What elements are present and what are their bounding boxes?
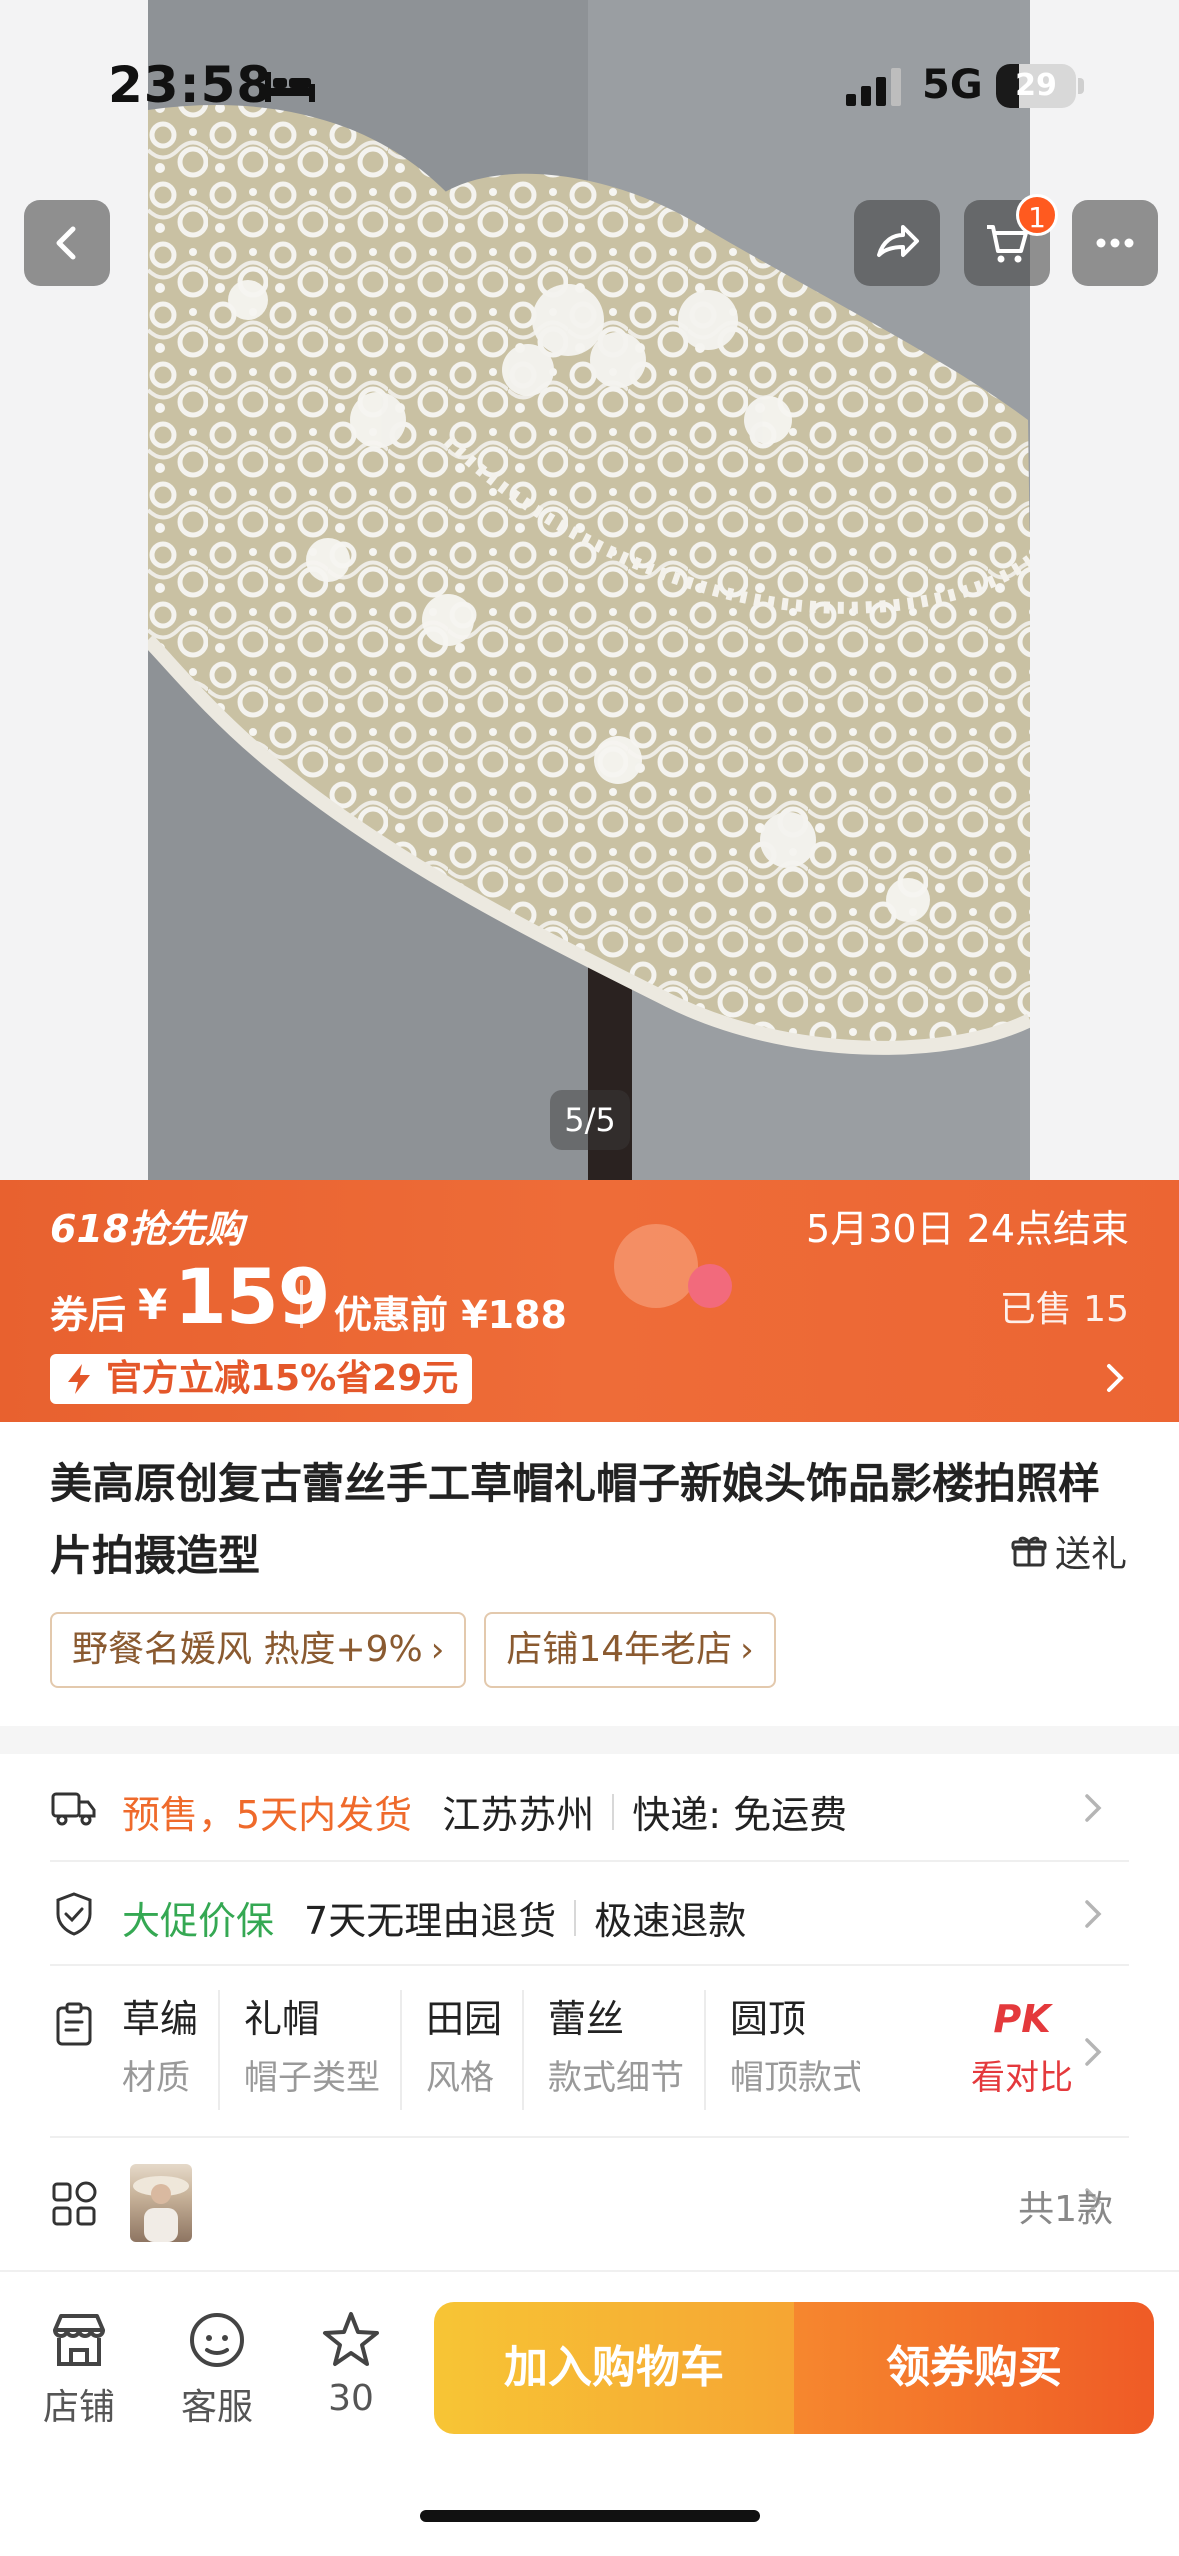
event-label: 618抢先购: [50, 1207, 244, 1251]
gift-icon: [1011, 1536, 1047, 1567]
battery-icon: 29: [996, 64, 1076, 108]
attr-value: 草编: [122, 1997, 199, 2041]
attr-style: 田园 风格: [426, 1990, 525, 2110]
attr-key: 风格: [426, 2058, 495, 2098]
attr-value: 田园: [426, 1997, 503, 2041]
battery-cap: [1078, 78, 1084, 94]
clipboard-icon: [56, 2002, 92, 2046]
compare-label: 看对比: [971, 2058, 1073, 2098]
lightning-icon: [68, 1364, 90, 1394]
sold-count: 已售 15: [999, 1289, 1129, 1330]
shipping-info: 预售，5天内发货 江苏苏州 快递: 免运费: [122, 1784, 847, 1839]
cart-count-badge: 1: [1016, 194, 1058, 236]
chevron-right-icon: [1085, 1900, 1102, 1928]
attr-key: 款式细节: [548, 2058, 685, 2098]
truck-icon: [51, 1792, 96, 1826]
clock: 23:58: [108, 56, 273, 114]
star-icon: [323, 2312, 379, 2366]
variant-count: 共1款: [1018, 2189, 1113, 2230]
tag-store-age[interactable]: 店铺14年老店 ›: [484, 1612, 776, 1688]
attr-value: 蕾丝: [548, 1997, 625, 2041]
favorite-count: 30: [328, 2378, 374, 2419]
network-type: 5G: [922, 62, 983, 108]
promo-banner[interactable]: 618抢先购 券后 ¥ 159 优惠前 ¥188 5月30日 24点结束 已售 …: [0, 1180, 1179, 1422]
ship-from: 江苏苏州: [442, 1793, 595, 1837]
presale-notice: 预售，5天内发货: [122, 1793, 413, 1837]
share-icon: [877, 225, 919, 257]
cart-button[interactable]: 1: [964, 194, 1058, 286]
currency-symbol: ¥: [138, 1280, 168, 1329]
battery-level: 29: [1015, 68, 1057, 103]
product-gallery[interactable]: [0, 0, 1179, 1180]
tag-label: 野餐名媛风 热度+9%: [72, 1629, 423, 1670]
coupon-price: 159: [174, 1252, 331, 1341]
favorite-button[interactable]: 30: [296, 2308, 406, 2419]
attr-key: 帽子类型: [244, 2058, 381, 2098]
promo-deadline: 5月30日 24点结束: [806, 1207, 1129, 1251]
store-icon: [53, 2314, 105, 2366]
return-policy: 7天无理由退货: [304, 1899, 557, 1943]
more-icon: [1096, 238, 1134, 248]
back-button[interactable]: [24, 200, 110, 286]
attribute-list: 草编材质 礼帽帽子类型 田园风格 蕾丝款式细节 圆顶帽顶款式: [122, 1990, 884, 2110]
product-photo[interactable]: [148, 0, 1030, 1180]
variants-row[interactable]: [50, 2138, 1129, 2270]
status-bar: 23:58 5G 29: [0, 0, 1179, 150]
product-title: 美高原创复古蕾丝手工草帽礼帽子新娘头饰品影楼拍照样片拍摄造型: [50, 1459, 1101, 1580]
price-protection: 大促价保: [122, 1899, 275, 1943]
shield-icon: [56, 1892, 92, 1936]
tag-style-trend[interactable]: 野餐名媛风 热度+9% ›: [50, 1612, 467, 1688]
gift-label: 送礼: [1054, 1534, 1127, 1575]
chevron-right-icon[interactable]: [1097, 1358, 1133, 1398]
image-counter: 5/5: [550, 1090, 630, 1150]
attr-hat-type: 礼帽 帽子类型: [244, 1990, 403, 2110]
attr-value: 礼帽: [244, 1997, 321, 2041]
attr-key: 材质: [122, 2058, 190, 2098]
chevron-right-icon: ›: [740, 1630, 754, 1670]
guarantee-row[interactable]: 大促价保 7天无理由退货 极速退款: [50, 1862, 1129, 1966]
shop-label: 店铺: [42, 2387, 115, 2428]
home-indicator: [420, 2510, 760, 2522]
attr-detail: 蕾丝 款式细节: [548, 1990, 707, 2110]
chat-icon: [190, 2313, 244, 2367]
attr-value: 圆顶: [730, 1997, 807, 2041]
divider: [612, 1793, 615, 1830]
pk-label: PK: [993, 1997, 1051, 2041]
more-button[interactable]: [1072, 200, 1158, 286]
product-page: 23:58 5G 29 1 5/5 618抢先购 券后 ¥ 159 优惠前 ¥1…: [0, 0, 1179, 2556]
grid-icon: [52, 2181, 97, 2226]
add-to-cart-button[interactable]: 加入购物车: [434, 2302, 794, 2434]
chevron-right-icon: ›: [430, 1630, 445, 1670]
guarantee-info: 大促价保 7天无理由退货 极速退款: [122, 1890, 746, 1945]
divider: [574, 1899, 577, 1936]
chevron-right-icon: [1085, 1794, 1102, 1822]
shop-button[interactable]: 店铺: [24, 2308, 134, 2430]
original-price: 优惠前 ¥188: [334, 1293, 567, 1337]
share-button[interactable]: [854, 200, 940, 286]
variant-photo: [133, 2176, 189, 2242]
shipping-row[interactable]: 预售，5天内发货 江苏苏州 快递: 免运费: [50, 1754, 1129, 1862]
attr-crown: 圆顶 帽顶款式: [730, 1990, 860, 2110]
buy-with-coupon-button[interactable]: 领券购买: [794, 2302, 1154, 2434]
variant-thumbnail[interactable]: [130, 2164, 192, 2242]
compare-button[interactable]: PK 看对比: [962, 1990, 1082, 2108]
customer-service-button[interactable]: 客服: [162, 2308, 272, 2430]
delivery-fee: 快递: 免运费: [632, 1793, 848, 1837]
attr-material: 草编 材质: [122, 1990, 221, 2110]
refund-speed: 极速退款: [594, 1899, 747, 1943]
coupon-price-label: 券后: [50, 1293, 127, 1337]
official-discount-badge: 官方立减15%省29元: [50, 1354, 473, 1404]
tag-label: 店铺14年老店: [506, 1629, 733, 1670]
gift-button[interactable]: 送礼: [1011, 1528, 1127, 1575]
promo-decoration-icon: [614, 1224, 732, 1308]
signal-icon: [846, 68, 901, 106]
product-tags: 野餐名媛风 热度+9% › 店铺14年老店 ›: [50, 1612, 776, 1688]
price-divider: [300, 1280, 303, 1328]
back-icon: [56, 226, 76, 260]
sleep-mode-icon: [265, 72, 315, 102]
service-label: 客服: [180, 2387, 253, 2428]
attr-key: 帽顶款式: [730, 2058, 861, 2098]
section-divider: [0, 1726, 1179, 1754]
discount-text: 官方立减15%省29元: [106, 1358, 459, 1399]
